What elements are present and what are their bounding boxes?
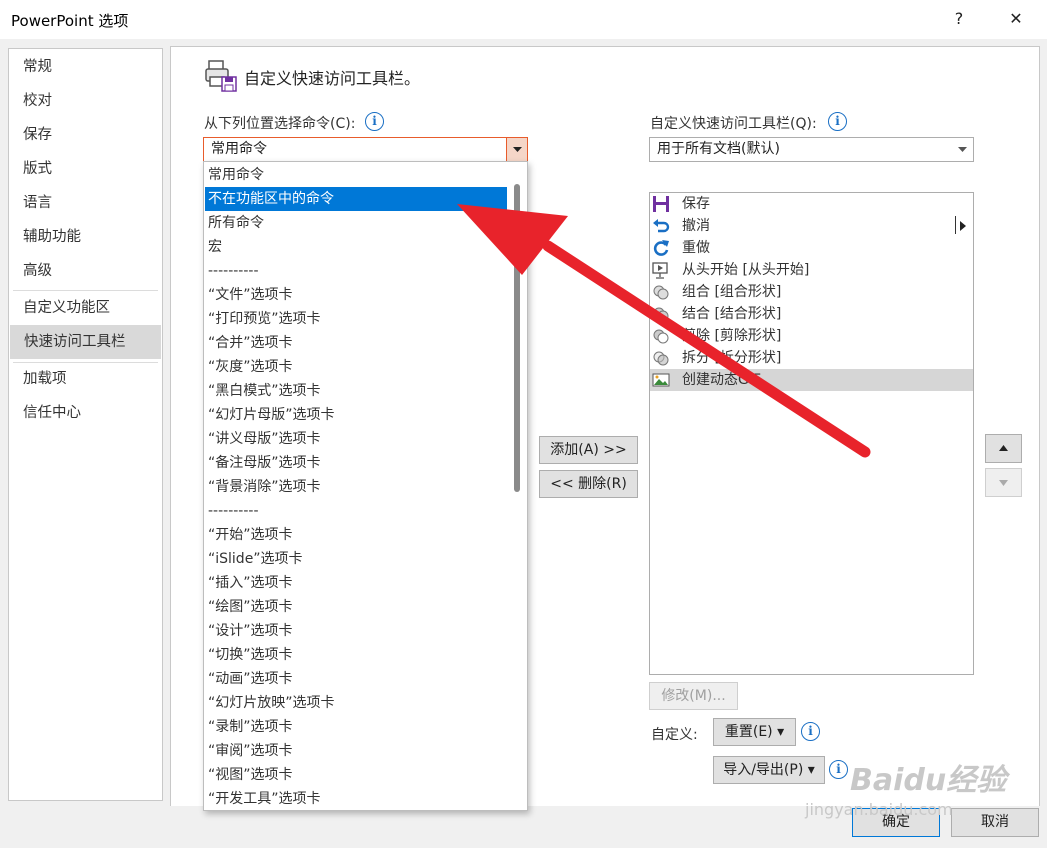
dropdown-option[interactable]: “幻灯片放映”选项卡 xyxy=(205,691,507,715)
dropdown-option[interactable]: “黑白模式”选项卡 xyxy=(205,379,507,403)
import-export-button[interactable]: 导入/导出(P) ▾ xyxy=(713,756,825,784)
list-item[interactable]: 重做 xyxy=(650,237,973,259)
dropdown-option-selected[interactable]: 不在功能区中的命令 xyxy=(205,187,507,211)
page-heading: 自定义快速访问工具栏。 xyxy=(244,69,421,88)
list-item[interactable]: 创建动态GIF xyxy=(650,369,973,391)
dropdown-separator: ---------- xyxy=(208,263,259,279)
nav-item-layout[interactable]: 版式 xyxy=(9,152,162,186)
dropdown-option[interactable]: “幻灯片母版”选项卡 xyxy=(205,403,507,427)
dropdown-option[interactable]: “开始”选项卡 xyxy=(205,523,507,547)
dropdown-option[interactable]: “插入”选项卡 xyxy=(205,571,507,595)
help-button[interactable]: ? xyxy=(936,0,982,40)
list-item[interactable]: 拆分 [拆分形状] xyxy=(650,347,973,369)
move-down-button[interactable] xyxy=(985,468,1022,497)
nav-item-proofing[interactable]: 校对 xyxy=(9,84,162,118)
move-up-button[interactable] xyxy=(985,434,1022,463)
qat-scope-label: 自定义快速访问工具栏(Q): xyxy=(650,116,817,132)
title-bar xyxy=(0,0,1047,40)
add-button[interactable]: 添加(A) >> xyxy=(539,436,638,464)
qat-scope-combo[interactable]: 用于所有文档(默认) xyxy=(649,137,974,162)
dropdown-option[interactable]: “合并”选项卡 xyxy=(205,331,507,355)
remove-button[interactable]: << 删除(R) xyxy=(539,470,638,498)
choose-commands-value: 常用命令 xyxy=(211,141,267,157)
dropdown-option[interactable]: 所有命令 xyxy=(205,211,507,235)
info-icon[interactable]: i xyxy=(828,112,847,131)
dropdown-option[interactable]: “审阅”选项卡 xyxy=(205,739,507,763)
nav-item-advanced[interactable]: 高级 xyxy=(9,254,162,288)
chevron-down-icon[interactable] xyxy=(952,138,973,161)
fragment-shapes-icon xyxy=(653,351,669,366)
dropdown-option[interactable]: “iSlide”选项卡 xyxy=(205,547,507,571)
chevron-down-icon[interactable] xyxy=(506,138,527,161)
reset-button[interactable]: 重置(E) ▾ xyxy=(713,718,796,746)
info-icon[interactable]: i xyxy=(801,722,820,741)
watermark-logo: Baidu经验 xyxy=(850,763,1007,798)
dropdown-option[interactable]: “背景消除”选项卡 xyxy=(205,475,507,499)
nav-item-language[interactable]: 语言 xyxy=(9,186,162,220)
redo-icon xyxy=(653,240,669,256)
list-divider xyxy=(955,216,956,234)
nav-item-trust-center[interactable]: 信任中心 xyxy=(9,396,162,430)
chevron-right-icon[interactable] xyxy=(959,220,967,232)
choose-commands-dropdown[interactable]: 常用命令 不在功能区中的命令 所有命令 宏 ---------- “文件”选项卡… xyxy=(203,161,528,811)
dropdown-option[interactable]: “动画”选项卡 xyxy=(205,667,507,691)
combine-shapes-icon xyxy=(653,285,669,300)
dropdown-option[interactable]: “录制”选项卡 xyxy=(205,715,507,739)
nav-item-accessibility[interactable]: 辅助功能 xyxy=(9,220,162,254)
list-item[interactable]: 组合 [组合形状] xyxy=(650,281,973,303)
dropdown-option[interactable]: “设计”选项卡 xyxy=(205,619,507,643)
watermark-url: jingyan.baidu.com xyxy=(805,800,953,819)
union-shapes-icon xyxy=(653,307,669,322)
list-item[interactable]: 从头开始 [从头开始] xyxy=(650,259,973,281)
dropdown-scroll-thumb[interactable] xyxy=(514,184,520,492)
subtract-shapes-icon xyxy=(653,329,669,344)
dropdown-option[interactable]: 常用命令 xyxy=(205,163,507,187)
window-title: PowerPoint 选项 xyxy=(11,12,129,30)
nav-item-quick-access-toolbar[interactable]: 快速访问工具栏 xyxy=(10,325,161,359)
dropdown-option[interactable]: “绘图”选项卡 xyxy=(205,595,507,619)
dropdown-option[interactable]: “文件”选项卡 xyxy=(205,283,507,307)
dropdown-option[interactable]: 宏 xyxy=(205,235,507,259)
dropdown-separator: ---------- xyxy=(208,503,259,519)
undo-icon xyxy=(653,219,670,233)
slideshow-from-start-icon xyxy=(652,262,668,279)
dropdown-option[interactable]: “备注母版”选项卡 xyxy=(205,451,507,475)
quick-access-toolbar-icon xyxy=(205,60,237,92)
modify-button[interactable]: 修改(M)... xyxy=(649,682,738,710)
qat-commands-list[interactable]: 保存 撤消 重做 从头开始 [从头开始] 组合 [组合形状] 结合 [结合形状]… xyxy=(649,192,974,675)
info-icon[interactable]: i xyxy=(365,112,384,131)
dropdown-option[interactable]: “讲义母版”选项卡 xyxy=(205,427,507,451)
close-button[interactable]: ✕ xyxy=(993,0,1039,40)
dropdown-option[interactable]: “开发工具”选项卡 xyxy=(205,787,507,810)
list-item[interactable]: 剪除 [剪除形状] xyxy=(650,325,973,347)
info-icon[interactable]: i xyxy=(829,760,848,779)
dropdown-option[interactable]: “灰度”选项卡 xyxy=(205,355,507,379)
dropdown-option[interactable]: “视图”选项卡 xyxy=(205,763,507,787)
list-item[interactable]: 结合 [结合形状] xyxy=(650,303,973,325)
nav-item-general[interactable]: 常规 xyxy=(9,50,162,84)
customize-label: 自定义: xyxy=(651,727,698,743)
triangle-up-icon xyxy=(999,445,1008,451)
list-item[interactable]: 保存 xyxy=(650,193,973,215)
dropdown-option[interactable]: “切换”选项卡 xyxy=(205,643,507,667)
create-gif-icon xyxy=(652,373,670,387)
triangle-down-icon xyxy=(999,480,1008,486)
save-icon xyxy=(653,196,669,212)
nav-item-add-ins[interactable]: 加载项 xyxy=(9,362,162,396)
choose-commands-combo[interactable]: 常用命令 xyxy=(203,137,528,162)
choose-commands-label: 从下列位置选择命令(C): xyxy=(204,116,356,132)
qat-scope-value: 用于所有文档(默认) xyxy=(657,141,780,157)
cancel-button[interactable]: 取消 xyxy=(951,808,1039,837)
nav-item-customize-ribbon[interactable]: 自定义功能区 xyxy=(9,291,162,325)
list-item[interactable]: 撤消 xyxy=(650,215,973,237)
options-nav: 常规 校对 保存 版式 语言 辅助功能 高级 自定义功能区 快速访问工具栏 加载… xyxy=(8,48,163,801)
nav-item-save[interactable]: 保存 xyxy=(9,118,162,152)
dropdown-option[interactable]: “打印预览”选项卡 xyxy=(205,307,507,331)
